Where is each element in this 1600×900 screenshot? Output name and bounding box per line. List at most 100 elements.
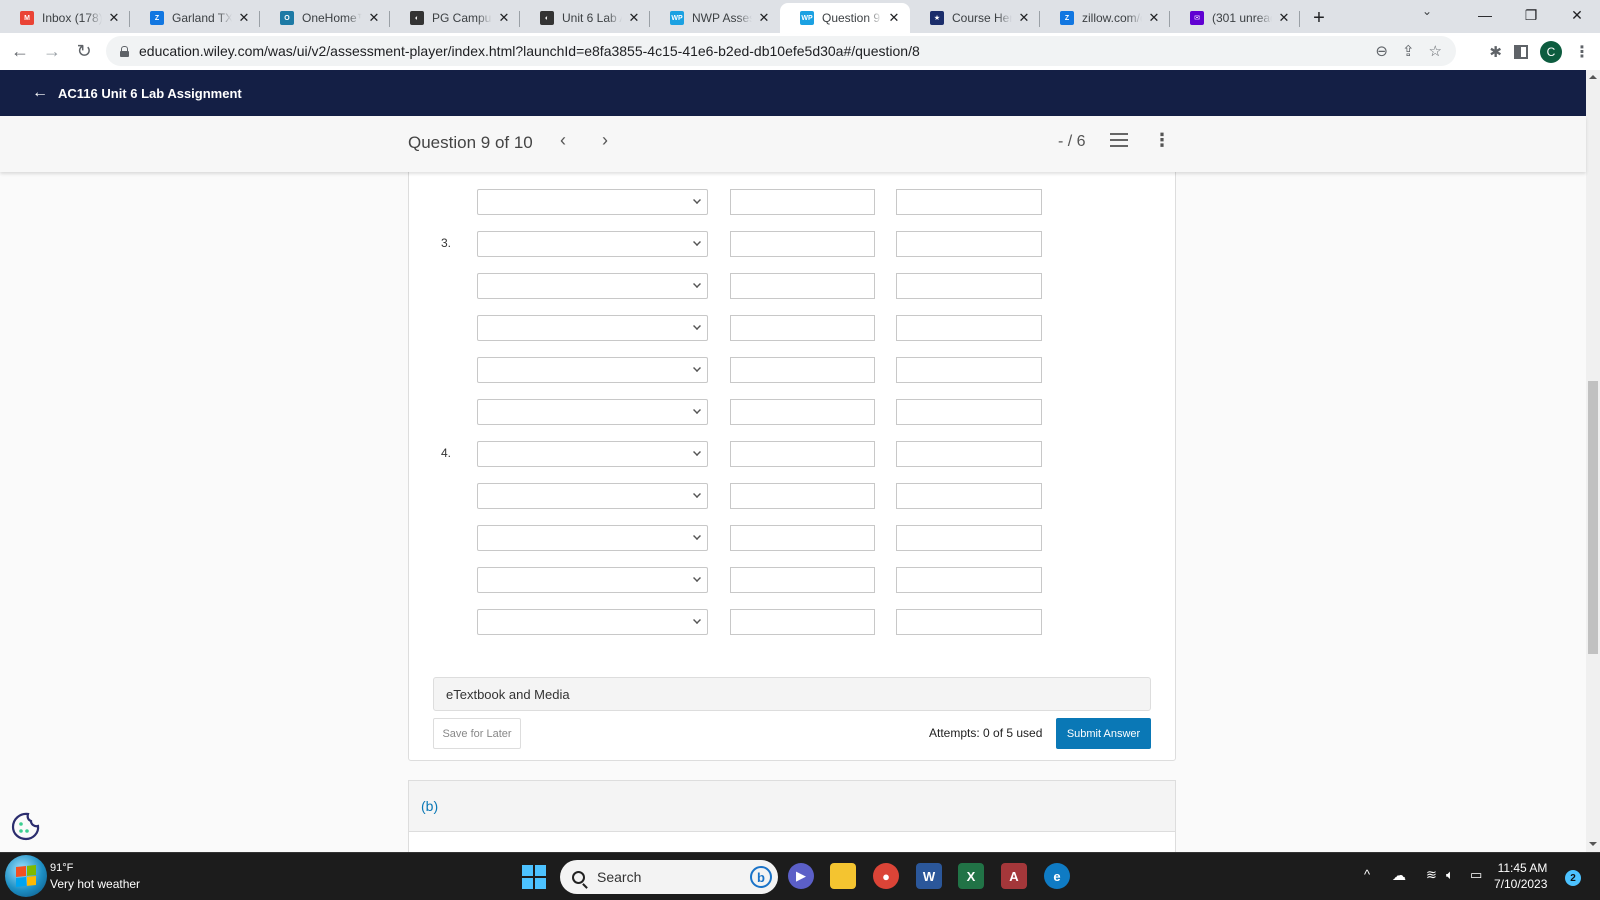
close-tab-icon[interactable]: ✕ (886, 10, 902, 26)
debit-input[interactable] (730, 315, 875, 341)
close-tab-icon[interactable]: ✕ (1016, 10, 1032, 26)
browser-tab[interactable]: ◐ Unit 6 Lab As ✕ (520, 3, 650, 33)
debit-input[interactable] (730, 357, 875, 383)
back-button[interactable]: ← (4, 36, 36, 68)
wifi-icon[interactable]: ≋ (1426, 867, 1437, 883)
account-select[interactable] (477, 567, 708, 593)
excel-icon[interactable]: X (958, 863, 984, 889)
new-tab-button[interactable]: + (1304, 3, 1334, 33)
zoom-out-icon[interactable]: ⊖ (1375, 42, 1388, 60)
debit-input[interactable] (730, 189, 875, 215)
account-select[interactable] (477, 231, 708, 257)
word-icon[interactable]: W (916, 863, 942, 889)
forward-button[interactable]: → (36, 36, 68, 68)
credit-input[interactable] (896, 189, 1042, 215)
close-tab-icon[interactable]: ✕ (626, 10, 642, 26)
tab-search-chevron-icon[interactable]: ⌄ (1422, 4, 1432, 18)
credit-input[interactable] (896, 483, 1042, 509)
profile-avatar[interactable]: C (1540, 40, 1562, 63)
submit-answer-button[interactable]: Submit Answer (1056, 718, 1151, 749)
next-question-button[interactable]: › (602, 130, 608, 151)
page-scrollbar[interactable] (1586, 70, 1600, 852)
scroll-up-arrow[interactable] (1589, 75, 1597, 79)
browser-tab[interactable]: ◐ PG Campus ✕ (390, 3, 520, 33)
extensions-puzzle-icon[interactable]: ✱ (1489, 43, 1502, 61)
battery-icon[interactable]: ▭ (1470, 867, 1482, 883)
assignment-title[interactable]: AC116 Unit 6 Lab Assignment (58, 86, 242, 101)
address-bar[interactable]: education.wiley.com/was/ui/v2/assessment… (106, 36, 1456, 66)
minimize-button[interactable]: — (1462, 0, 1508, 30)
debit-input[interactable] (730, 567, 875, 593)
file-explorer-icon[interactable] (830, 863, 856, 889)
account-select[interactable] (477, 441, 708, 467)
teams-icon[interactable]: ▶ (788, 863, 814, 889)
credit-input[interactable] (896, 567, 1042, 593)
bing-icon[interactable]: b (750, 866, 772, 888)
browser-tab[interactable]: ★ Course Hero ✕ (910, 3, 1040, 33)
back-arrow-icon[interactable]: ← (32, 84, 48, 102)
scroll-down-arrow[interactable] (1589, 842, 1597, 846)
credit-input[interactable] (896, 315, 1042, 341)
etextbook-media-link[interactable]: eTextbook and Media (433, 677, 1151, 711)
show-hidden-icons-chevron[interactable]: ^ (1364, 867, 1370, 882)
account-select[interactable] (477, 273, 708, 299)
close-tab-icon[interactable]: ✕ (106, 10, 122, 26)
account-select[interactable] (477, 525, 708, 551)
debit-input[interactable] (730, 441, 875, 467)
browser-tab[interactable]: WP NWP Assessr ✕ (650, 3, 780, 33)
edge-icon[interactable]: e (1044, 863, 1070, 889)
account-select[interactable] (477, 399, 708, 425)
chrome-icon[interactable]: ● (873, 863, 899, 889)
credit-input[interactable] (896, 441, 1042, 467)
debit-input[interactable] (730, 483, 875, 509)
close-tab-icon[interactable]: ✕ (1276, 10, 1292, 26)
browser-tab[interactable]: WP Question 9 o ✕ (780, 3, 910, 33)
debit-input[interactable] (730, 525, 875, 551)
browser-tab[interactable]: O OneHome™ ✕ (260, 3, 390, 33)
share-icon[interactable]: ⇪ (1402, 42, 1415, 60)
start-button[interactable] (5, 855, 47, 897)
reload-button[interactable]: ↻ (68, 36, 100, 68)
account-select[interactable] (477, 315, 708, 341)
account-select[interactable] (477, 357, 708, 383)
account-select[interactable] (477, 609, 708, 635)
close-window-button[interactable]: ✕ (1554, 0, 1600, 30)
close-tab-icon[interactable]: ✕ (1146, 10, 1162, 26)
previous-question-button[interactable]: ‹ (560, 130, 566, 151)
save-for-later-button[interactable]: Save for Later (433, 718, 521, 749)
access-icon[interactable]: A (1001, 863, 1027, 889)
part-b-header[interactable]: (b) (408, 780, 1176, 832)
debit-input[interactable] (730, 609, 875, 635)
close-tab-icon[interactable]: ✕ (756, 10, 772, 26)
url-text[interactable]: education.wiley.com/was/ui/v2/assessment… (139, 43, 920, 59)
credit-input[interactable] (896, 609, 1042, 635)
bookmark-star-icon[interactable]: ☆ (1429, 42, 1442, 60)
onedrive-cloud-icon[interactable]: ☁ (1392, 867, 1406, 884)
weather-widget[interactable]: 91°F Very hot weather (50, 860, 140, 892)
browser-tab[interactable]: M Inbox (178) - ✕ (0, 3, 130, 33)
debit-input[interactable] (730, 231, 875, 257)
credit-input[interactable] (896, 357, 1042, 383)
volume-icon[interactable]: 🔈︎ (1446, 867, 1454, 883)
system-clock[interactable]: 11:45 AM 7/10/2023 (1494, 860, 1547, 892)
browser-tab[interactable]: Zzillow.com/d ✕ (1040, 3, 1170, 33)
scrollbar-thumb[interactable] (1588, 381, 1598, 654)
browser-menu-icon[interactable]: ⋮ (1574, 42, 1590, 62)
account-select[interactable] (477, 483, 708, 509)
browser-tab[interactable]: Z Garland TX R ✕ (130, 3, 260, 33)
close-tab-icon[interactable]: ✕ (366, 10, 382, 26)
windows-start-icon[interactable] (522, 865, 546, 889)
taskbar-search-box[interactable]: Search b (560, 860, 778, 894)
credit-input[interactable] (896, 231, 1042, 257)
debit-input[interactable] (730, 399, 875, 425)
close-tab-icon[interactable]: ✕ (496, 10, 512, 26)
notification-badge[interactable]: 2 (1565, 870, 1581, 886)
close-tab-icon[interactable]: ✕ (236, 10, 252, 26)
side-panel-icon[interactable] (1514, 44, 1528, 59)
credit-input[interactable] (896, 399, 1042, 425)
debit-input[interactable] (730, 273, 875, 299)
credit-input[interactable] (896, 525, 1042, 551)
cookie-settings-icon[interactable] (10, 810, 42, 842)
restore-button[interactable]: ❐ (1508, 0, 1554, 30)
browser-tab[interactable]: ✉ (301 unread) ✕ (1170, 3, 1300, 33)
